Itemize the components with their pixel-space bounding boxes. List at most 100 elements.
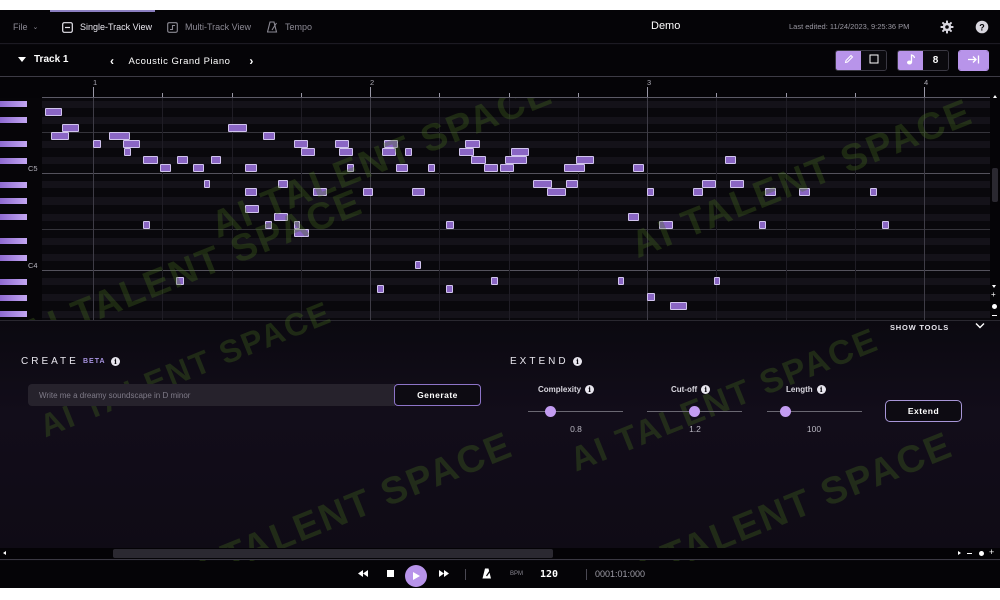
midi-note[interactable] <box>764 188 777 197</box>
midi-note[interactable] <box>428 164 436 173</box>
midi-note[interactable] <box>617 277 624 286</box>
vertical-scroll-thumb[interactable] <box>992 168 998 202</box>
timeline-ruler[interactable]: 1 2 3 4 <box>0 76 1000 100</box>
midi-note[interactable] <box>575 156 595 165</box>
midi-note[interactable] <box>293 220 300 229</box>
piano-black-key[interactable] <box>0 157 27 164</box>
midi-note[interactable] <box>210 156 222 165</box>
note-length-button[interactable] <box>898 51 923 70</box>
midi-note[interactable] <box>177 156 188 165</box>
zoom-out-icon[interactable] <box>992 315 997 316</box>
midi-note[interactable] <box>245 188 258 197</box>
midi-note[interactable] <box>383 139 398 148</box>
midi-note[interactable] <box>411 188 426 197</box>
generate-button[interactable]: Generate <box>394 384 481 406</box>
document-title[interactable]: Demo <box>651 20 680 32</box>
midi-note[interactable] <box>335 139 350 148</box>
midi-note[interactable] <box>547 188 566 197</box>
info-icon[interactable]: i <box>585 385 595 394</box>
zoom-in-icon[interactable]: + <box>989 547 994 557</box>
piano-black-key[interactable] <box>0 141 27 148</box>
midi-note[interactable] <box>565 180 578 189</box>
midi-note[interactable] <box>510 147 530 156</box>
show-tools-toggle[interactable]: SHOW TOOLS <box>890 323 949 332</box>
tab-single-track-view[interactable]: Single-Track View <box>62 10 152 44</box>
midi-note[interactable] <box>193 164 204 173</box>
info-icon[interactable]: i <box>816 385 826 394</box>
midi-note[interactable] <box>44 107 62 116</box>
chevron-down-icon[interactable] <box>975 321 985 332</box>
midi-note[interactable] <box>122 139 141 148</box>
midi-note[interactable] <box>505 156 528 165</box>
midi-note[interactable] <box>381 147 396 156</box>
jump-to-end-button[interactable] <box>959 51 988 70</box>
midi-note[interactable] <box>264 220 272 229</box>
midi-note[interactable] <box>293 139 308 148</box>
midi-note[interactable] <box>647 188 654 197</box>
scroll-down-icon[interactable] <box>992 285 996 288</box>
tab-tempo[interactable]: Tempo <box>267 10 312 44</box>
midi-note[interactable] <box>293 228 310 237</box>
create-prompt-input[interactable] <box>28 384 395 406</box>
piano-black-key[interactable] <box>0 238 27 245</box>
midi-note[interactable] <box>724 156 737 165</box>
midi-note[interactable] <box>203 180 210 189</box>
midi-note[interactable] <box>396 164 409 173</box>
gear-icon[interactable] <box>940 20 954 34</box>
midi-note[interactable] <box>108 131 130 140</box>
piano-black-key[interactable] <box>0 311 27 318</box>
select-tool-button[interactable] <box>861 51 886 70</box>
midi-note[interactable] <box>869 188 877 197</box>
rewind-button[interactable] <box>356 566 370 583</box>
midi-note[interactable] <box>376 285 384 294</box>
piano-black-key[interactable] <box>0 101 27 107</box>
piano-black-key[interactable] <box>0 254 27 261</box>
info-icon[interactable]: i <box>701 385 711 394</box>
file-menu[interactable]: File ⌄ <box>13 10 38 44</box>
piano-black-key[interactable] <box>0 294 27 301</box>
midi-note[interactable] <box>274 212 289 221</box>
midi-note[interactable] <box>759 220 767 229</box>
piano-roll[interactable]: C5 C4 AI TALENT SPACE AI TALENT SPACE AI … <box>0 98 990 320</box>
chevron-right-icon[interactable]: › <box>249 54 254 68</box>
info-icon[interactable]: i <box>573 357 582 366</box>
stop-button[interactable] <box>383 566 397 583</box>
midi-note[interactable] <box>658 220 673 229</box>
midi-note[interactable] <box>142 220 150 229</box>
chevron-left-icon[interactable]: ‹ <box>110 54 115 68</box>
cutoff-slider-thumb[interactable] <box>689 405 700 417</box>
draw-tool-button[interactable] <box>836 51 861 70</box>
midi-note[interactable] <box>415 261 421 270</box>
midi-note[interactable] <box>563 164 585 173</box>
midi-note[interactable] <box>404 147 412 156</box>
metronome-button[interactable] <box>480 566 494 583</box>
complexity-slider[interactable] <box>528 411 623 412</box>
midi-note[interactable] <box>692 188 704 197</box>
piano-keyboard[interactable]: C5 C4 <box>0 98 42 320</box>
midi-note[interactable] <box>124 147 132 156</box>
note-length-value[interactable]: 8 <box>923 51 948 70</box>
zoom-reset-icon[interactable] <box>979 551 984 556</box>
zoom-out-icon[interactable] <box>967 553 972 554</box>
length-slider-thumb[interactable] <box>779 405 791 417</box>
midi-note[interactable] <box>277 180 289 189</box>
midi-note[interactable] <box>647 293 656 302</box>
complexity-slider-thumb[interactable] <box>545 405 557 417</box>
midi-note[interactable] <box>262 131 276 140</box>
midi-note[interactable] <box>61 123 80 132</box>
midi-note[interactable] <box>245 164 258 173</box>
midi-note[interactable] <box>313 188 328 197</box>
midi-note[interactable] <box>471 156 487 165</box>
midi-note[interactable] <box>176 277 185 286</box>
play-button[interactable] <box>405 565 427 587</box>
midi-note[interactable] <box>464 139 481 148</box>
midi-note[interactable] <box>484 164 499 173</box>
scroll-right-icon[interactable] <box>958 551 961 555</box>
midi-note[interactable] <box>363 188 374 197</box>
midi-note[interactable] <box>627 212 640 221</box>
piano-black-key[interactable] <box>0 278 27 285</box>
piano-black-key[interactable] <box>0 181 27 188</box>
piano-black-key[interactable] <box>0 214 27 221</box>
midi-note[interactable] <box>714 277 721 286</box>
tab-multi-track-view[interactable]: Multi-Track View <box>167 10 251 44</box>
